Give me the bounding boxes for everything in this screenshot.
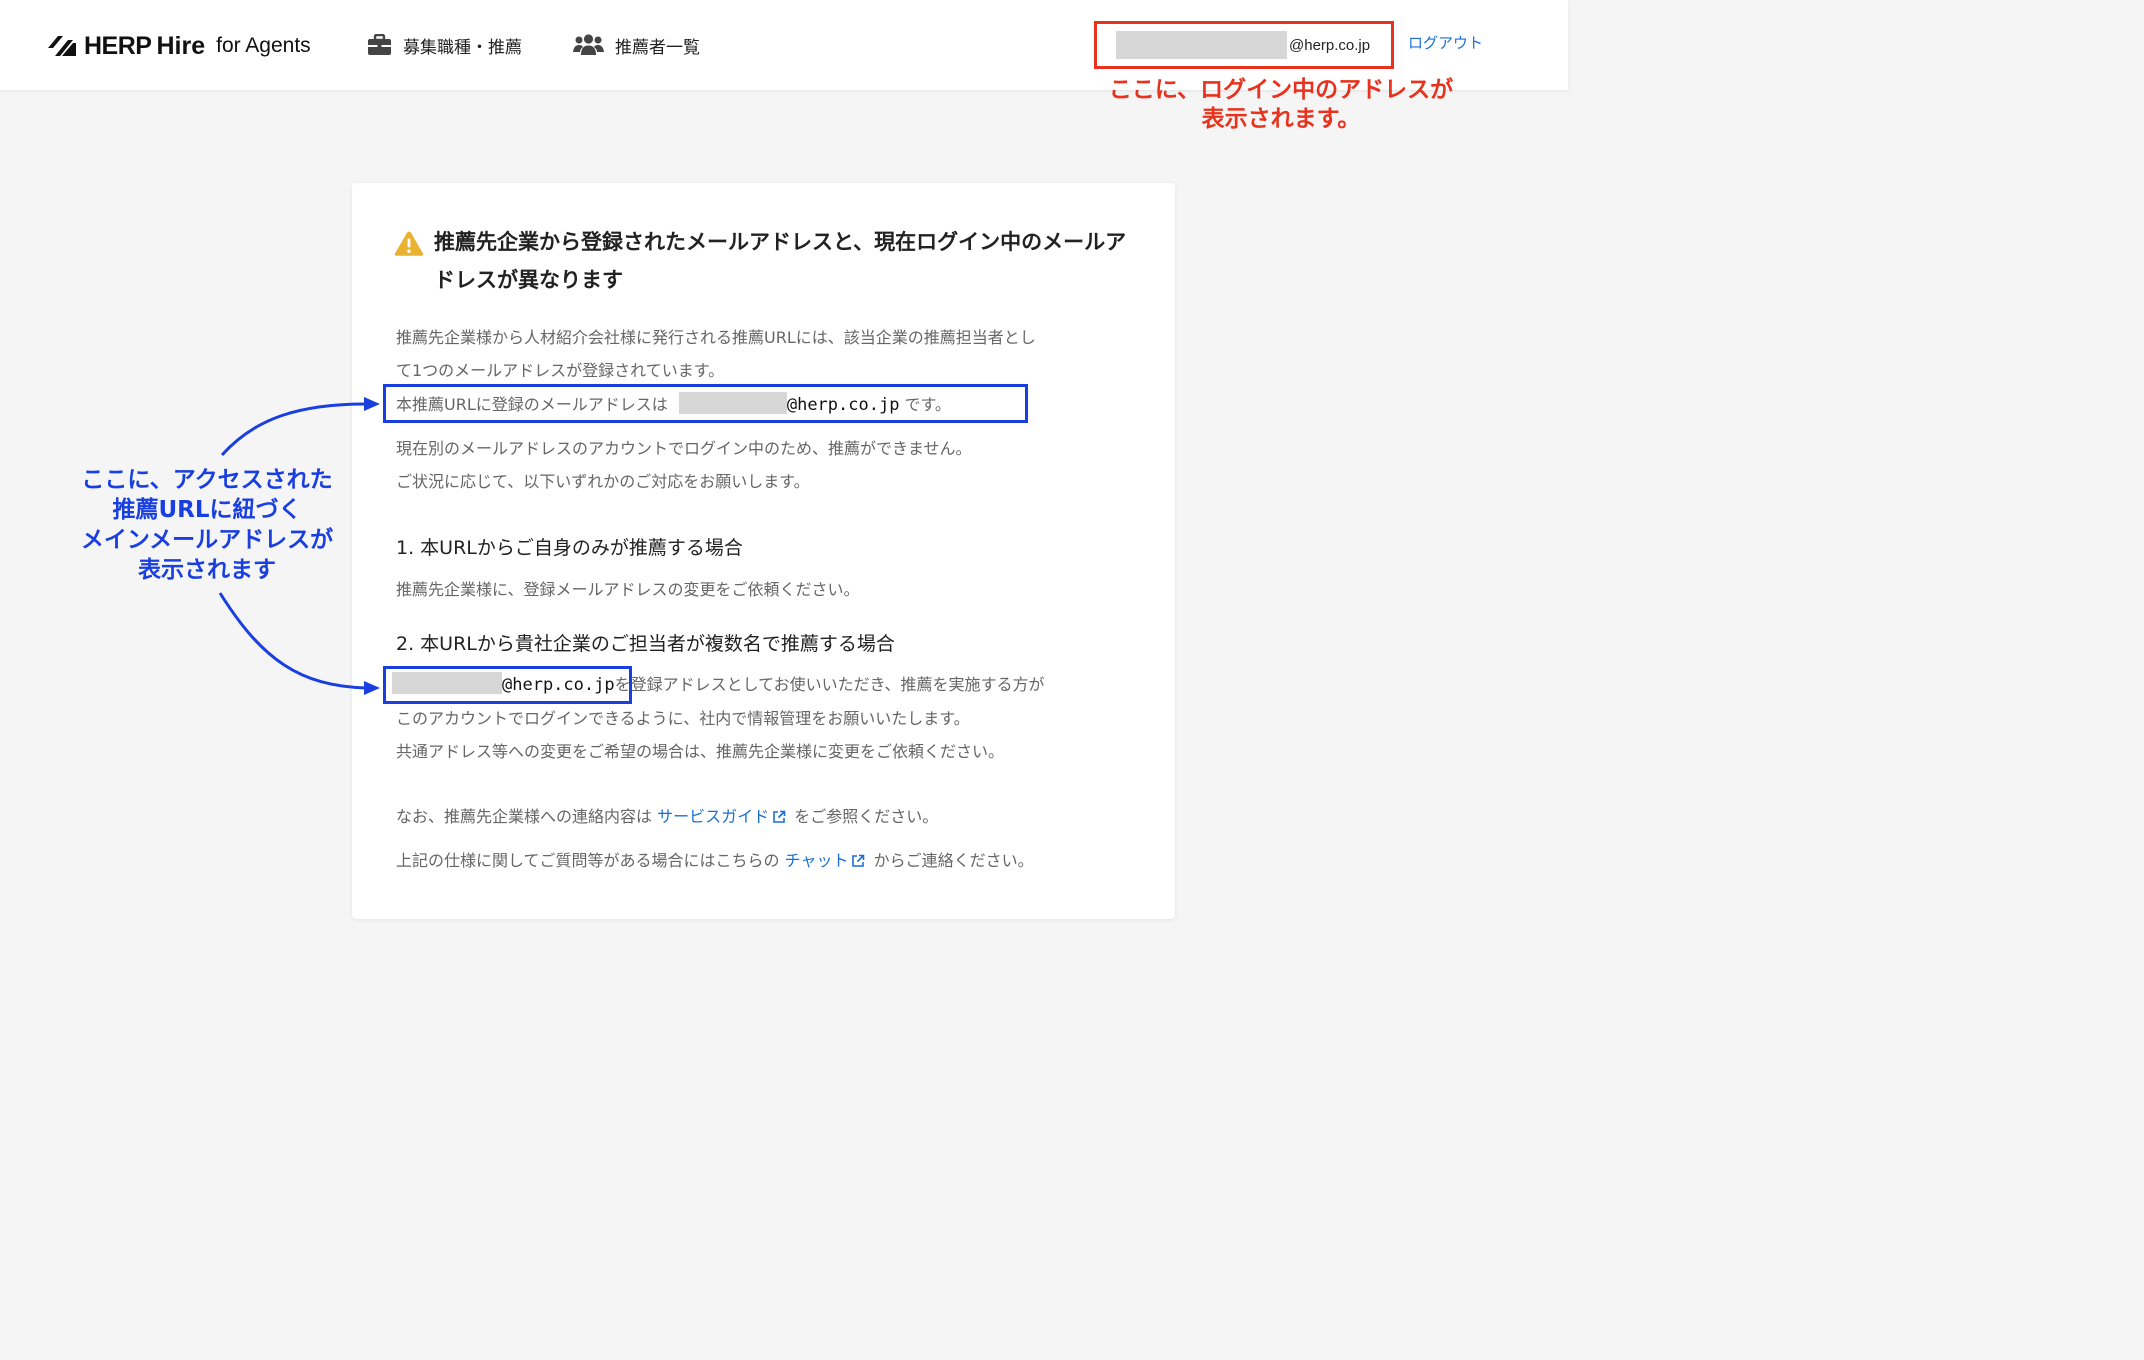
arrowhead (364, 681, 380, 695)
annotation-arrows (218, 397, 380, 695)
arrow-to-option2-email (218, 592, 367, 690)
arrowhead (364, 397, 380, 411)
arrow-to-registered-email (220, 402, 367, 456)
